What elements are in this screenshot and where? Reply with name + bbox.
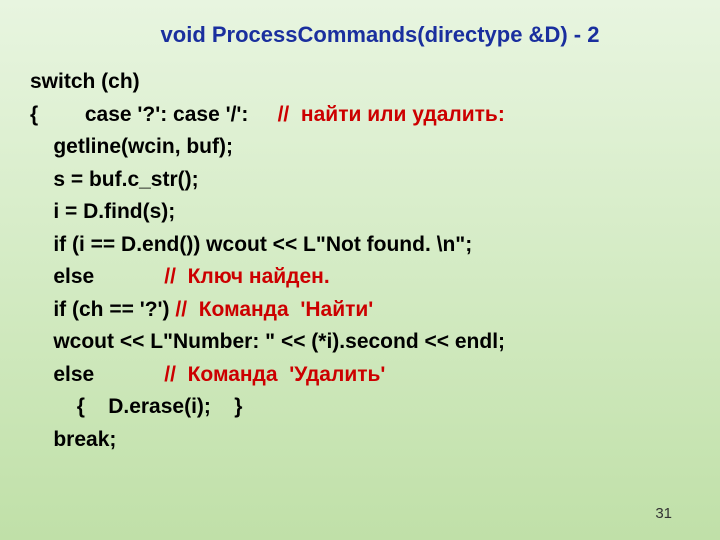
- code-block: switch (ch) { case '?': case '/': // найт…: [30, 66, 690, 457]
- code-segment: else: [53, 265, 164, 288]
- code-line: getline(wcin, buf);: [30, 131, 690, 164]
- code-line: { case '?': case '/': // найти или удали…: [30, 99, 690, 132]
- code-segment: // найти или удалить:: [278, 103, 505, 126]
- code-segment: { D.erase(i); }: [77, 395, 243, 418]
- code-segment: s = buf.c_str();: [53, 168, 198, 191]
- code-segment: getline(wcin, buf);: [53, 135, 233, 158]
- code-line: else // Ключ найден.: [30, 261, 690, 294]
- code-segment: break;: [53, 428, 116, 451]
- code-line: i = D.find(s);: [30, 196, 690, 229]
- code-line: else // Команда 'Удалить': [30, 359, 690, 392]
- code-line: if (ch == '?') // Команда 'Найти': [30, 294, 690, 327]
- code-segment: else: [53, 363, 164, 386]
- code-segment: wcout << L"Number: " << (*i).second << e…: [53, 330, 505, 353]
- code-segment: // Ключ найден.: [164, 265, 329, 288]
- code-segment: // Команда 'Удалить': [164, 363, 385, 386]
- code-segment: { case '?': case '/':: [30, 103, 278, 126]
- code-line: if (i == D.end()) wcout << L"Not found. …: [30, 229, 690, 262]
- code-segment: if (i == D.end()) wcout << L"Not found. …: [53, 233, 472, 256]
- code-line: s = buf.c_str();: [30, 164, 690, 197]
- code-line: break;: [30, 424, 690, 457]
- code-segment: // Команда 'Найти': [175, 298, 373, 321]
- code-segment: if (ch == '?'): [53, 298, 175, 321]
- slide-title: void ProcessCommands(directype &D) - 2: [30, 22, 690, 48]
- code-line: switch (ch): [30, 66, 690, 99]
- code-segment: i = D.find(s);: [53, 200, 175, 223]
- page-number: 31: [655, 505, 672, 522]
- code-line: wcout << L"Number: " << (*i).second << e…: [30, 326, 690, 359]
- code-segment: switch (ch): [30, 70, 140, 93]
- code-line: { D.erase(i); }: [30, 391, 690, 424]
